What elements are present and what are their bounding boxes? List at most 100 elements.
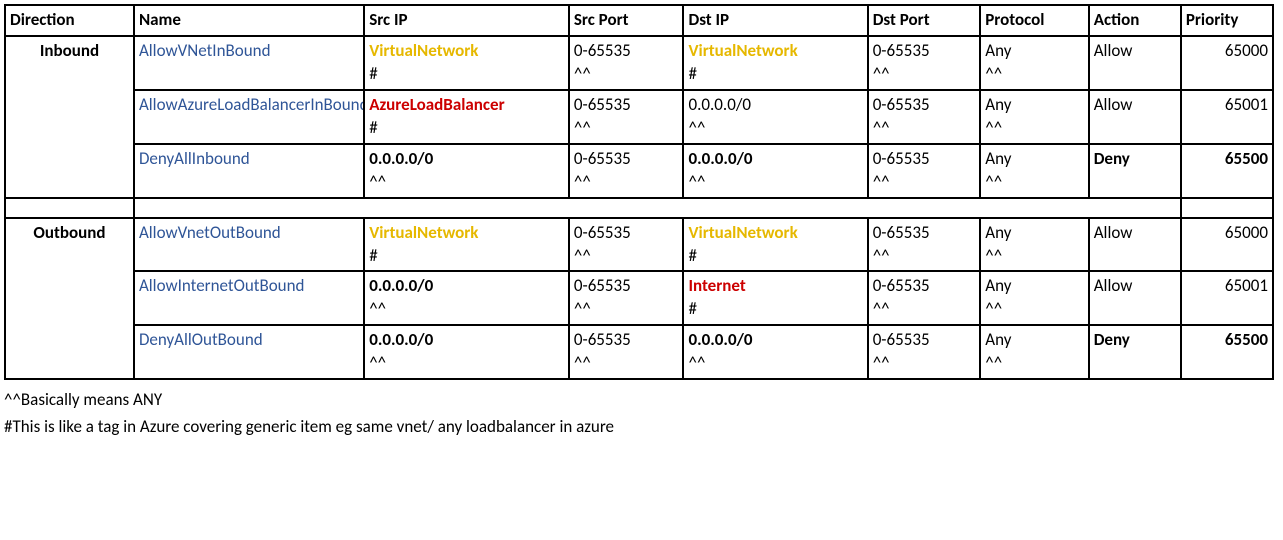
nsg-rules-table: Direction Name Src IP Src Port Dst IP Ds… bbox=[4, 4, 1274, 380]
col-srcport: Src Port bbox=[569, 5, 684, 36]
table-row: AllowAzureLoadBalancerInBoundAzureLoadBa… bbox=[5, 90, 1273, 144]
dst-port-value: 0-65535 bbox=[873, 94, 976, 117]
dst-ip-value: 0.0.0.0/0 bbox=[688, 329, 862, 352]
header-row: Direction Name Src IP Src Port Dst IP Ds… bbox=[5, 5, 1273, 36]
protocol: Any^^ bbox=[980, 218, 1088, 272]
protocol: Any^^ bbox=[980, 271, 1088, 325]
src-ip-value: 0.0.0.0/0 bbox=[369, 275, 564, 298]
dst-port-value: 0-65535 bbox=[873, 275, 976, 298]
dst-ip: VirtualNetwork# bbox=[683, 218, 867, 272]
protocol-note: ^^ bbox=[985, 171, 1083, 194]
action: Deny bbox=[1089, 144, 1181, 198]
table-row: InboundAllowVNetInBoundVirtualNetwork#0-… bbox=[5, 36, 1273, 90]
src-port: 0-65535^^ bbox=[569, 271, 684, 325]
src-port-value: 0-65535 bbox=[574, 94, 679, 117]
src-ip: AzureLoadBalancer# bbox=[364, 90, 569, 144]
src-port-note: ^^ bbox=[574, 117, 679, 140]
action: Allow bbox=[1089, 271, 1181, 325]
src-ip-note: ^^ bbox=[369, 298, 564, 321]
src-ip: 0.0.0.0/0^^ bbox=[364, 325, 569, 379]
dst-port: 0-65535^^ bbox=[868, 144, 981, 198]
rule-name: AllowInternetOutBound bbox=[134, 271, 364, 325]
dst-ip: 0.0.0.0/0^^ bbox=[683, 325, 867, 379]
dst-port-value: 0-65535 bbox=[873, 329, 976, 352]
col-dstport: Dst Port bbox=[868, 5, 981, 36]
src-ip-value: AzureLoadBalancer bbox=[369, 94, 564, 117]
priority: 65000 bbox=[1181, 218, 1273, 272]
dst-port: 0-65535^^ bbox=[868, 325, 981, 379]
src-ip-value: VirtualNetwork bbox=[369, 222, 564, 245]
col-action: Action bbox=[1089, 5, 1181, 36]
priority: 65000 bbox=[1181, 36, 1273, 90]
dst-ip: Internet# bbox=[683, 271, 867, 325]
dst-ip: VirtualNetwork# bbox=[683, 36, 867, 90]
src-ip-note: ^^ bbox=[369, 171, 564, 194]
dst-ip-note: ^^ bbox=[688, 352, 862, 375]
src-port-value: 0-65535 bbox=[574, 222, 679, 245]
dst-ip-value: 0.0.0.0/0 bbox=[688, 94, 862, 117]
dst-port-note: ^^ bbox=[873, 63, 976, 86]
dst-ip-value: VirtualNetwork bbox=[688, 40, 862, 63]
src-ip-note: # bbox=[369, 117, 564, 140]
rule-name: AllowVnetOutBound bbox=[134, 218, 364, 272]
src-ip-note: # bbox=[369, 63, 564, 86]
dst-ip: 0.0.0.0/0^^ bbox=[683, 144, 867, 198]
src-port-note: ^^ bbox=[574, 171, 679, 194]
dst-ip-note: # bbox=[688, 63, 862, 86]
table-row: OutboundAllowVnetOutBoundVirtualNetwork#… bbox=[5, 218, 1273, 272]
action: Allow bbox=[1089, 218, 1181, 272]
dst-port: 0-65535^^ bbox=[868, 90, 981, 144]
dst-port-note: ^^ bbox=[873, 352, 976, 375]
rule-name: AllowVNetInBound bbox=[134, 36, 364, 90]
dst-ip-note: ^^ bbox=[688, 117, 862, 140]
dst-port-value: 0-65535 bbox=[873, 148, 976, 171]
src-ip-value: VirtualNetwork bbox=[369, 40, 564, 63]
footnotes: ^^Basically means ANY #This is like a ta… bbox=[4, 386, 1279, 440]
protocol-note: ^^ bbox=[985, 245, 1083, 268]
src-ip: VirtualNetwork# bbox=[364, 218, 569, 272]
priority: 65001 bbox=[1181, 90, 1273, 144]
src-ip-note: # bbox=[369, 245, 564, 268]
dst-ip: 0.0.0.0/0^^ bbox=[683, 90, 867, 144]
src-port-value: 0-65535 bbox=[574, 329, 679, 352]
action: Allow bbox=[1089, 36, 1181, 90]
table-row: AllowInternetOutBound0.0.0.0/0^^0-65535^… bbox=[5, 271, 1273, 325]
src-port: 0-65535^^ bbox=[569, 218, 684, 272]
dst-port-value: 0-65535 bbox=[873, 222, 976, 245]
dst-port-note: ^^ bbox=[873, 117, 976, 140]
col-priority: Priority bbox=[1181, 5, 1273, 36]
src-ip: VirtualNetwork# bbox=[364, 36, 569, 90]
col-name: Name bbox=[134, 5, 364, 36]
table-row: DenyAllOutBound0.0.0.0/0^^0-65535^^0.0.0… bbox=[5, 325, 1273, 379]
dst-port: 0-65535^^ bbox=[868, 218, 981, 272]
footnote-tag: #This is like a tag in Azure covering ge… bbox=[4, 413, 1279, 440]
src-port-note: ^^ bbox=[574, 63, 679, 86]
section-gap bbox=[5, 198, 1273, 218]
protocol-value: Any bbox=[985, 329, 1083, 352]
dst-port: 0-65535^^ bbox=[868, 271, 981, 325]
protocol-value: Any bbox=[985, 222, 1083, 245]
dst-ip-value: VirtualNetwork bbox=[688, 222, 862, 245]
src-port-note: ^^ bbox=[574, 298, 679, 321]
dst-port-note: ^^ bbox=[873, 245, 976, 268]
dst-ip-note: ^^ bbox=[688, 171, 862, 194]
src-port: 0-65535^^ bbox=[569, 36, 684, 90]
dst-port: 0-65535^^ bbox=[868, 36, 981, 90]
src-ip: 0.0.0.0/0^^ bbox=[364, 144, 569, 198]
src-port-value: 0-65535 bbox=[574, 40, 679, 63]
rule-name: DenyAllInbound bbox=[134, 144, 364, 198]
dst-port-note: ^^ bbox=[873, 171, 976, 194]
col-dstip: Dst IP bbox=[683, 5, 867, 36]
footnote-any: ^^Basically means ANY bbox=[4, 386, 1279, 413]
protocol: Any^^ bbox=[980, 36, 1088, 90]
src-port: 0-65535^^ bbox=[569, 90, 684, 144]
dst-port-value: 0-65535 bbox=[873, 40, 976, 63]
src-port: 0-65535^^ bbox=[569, 325, 684, 379]
direction-cell: Inbound bbox=[5, 36, 134, 198]
protocol: Any^^ bbox=[980, 144, 1088, 198]
dst-port-note: ^^ bbox=[873, 298, 976, 321]
col-direction: Direction bbox=[5, 5, 134, 36]
dst-ip-value: 0.0.0.0/0 bbox=[688, 148, 862, 171]
direction-cell: Outbound bbox=[5, 218, 134, 380]
src-port-value: 0-65535 bbox=[574, 148, 679, 171]
